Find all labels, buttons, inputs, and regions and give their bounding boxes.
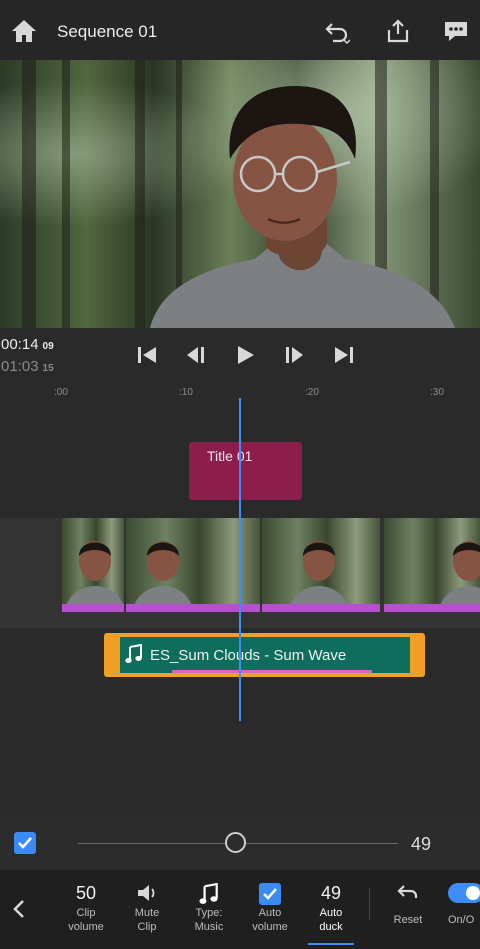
on-off-toggle[interactable]: [448, 883, 480, 903]
next-frame-icon[interactable]: [282, 343, 306, 367]
video-clip-thumbnail[interactable]: [62, 518, 124, 612]
video-preview[interactable]: [0, 60, 480, 328]
checkmark-icon: [263, 888, 277, 900]
volume-row: 49: [0, 816, 480, 870]
volume-value: 49: [411, 834, 432, 854]
skip-to-end-icon[interactable]: [332, 343, 356, 367]
skip-to-start-icon[interactable]: [135, 343, 159, 367]
on-off-label: On/O: [448, 914, 475, 926]
video-clip-thumbnail[interactable]: [384, 518, 480, 612]
auto-volume-checkbox[interactable]: [259, 883, 281, 905]
play-icon[interactable]: [233, 343, 257, 367]
person-image: [150, 86, 455, 328]
video-clip-thumbnail[interactable]: [262, 518, 380, 612]
mute-clip-button[interactable]: Mute Clip: [124, 870, 170, 934]
share-icon[interactable]: [385, 18, 411, 44]
reset-button[interactable]: Reset: [386, 870, 430, 927]
total-duration: 01:03 15: [1, 358, 54, 375]
toolbar-divider: [369, 888, 370, 920]
sequence-title: Sequence 01: [57, 22, 158, 41]
top-bar: Sequence 01: [0, 0, 480, 60]
undo-icon[interactable]: [324, 18, 350, 44]
audio-toolbar: 50 Clip volume Mute Clip Type: Music Aut…: [0, 870, 480, 949]
ruler-tick: :10: [179, 387, 193, 398]
type-music-button[interactable]: Type: Music: [184, 870, 234, 934]
checkmark-icon: [18, 837, 32, 849]
volume-checkbox[interactable]: [14, 832, 36, 854]
audio-clip-label: ES_Sum Clouds - Sum Wave: [150, 647, 347, 664]
reset-icon: [397, 885, 418, 898]
title-clip-label: Title 01: [207, 448, 253, 464]
auto-volume-button[interactable]: Auto volume: [244, 870, 296, 934]
speaker-icon: [138, 885, 155, 901]
previous-frame-icon[interactable]: [184, 343, 208, 367]
playhead[interactable]: [239, 398, 241, 721]
audio-waveform: [172, 670, 372, 673]
ruler-tick: :20: [305, 387, 319, 398]
current-time: 00:14 09: [1, 336, 54, 353]
audio-clip[interactable]: ES_Sum Clouds - Sum Wave: [104, 633, 425, 677]
auto-duck-button[interactable]: 49 Auto duck: [308, 870, 354, 945]
volume-slider-knob[interactable]: [225, 832, 246, 853]
active-tab-indicator: [308, 943, 354, 945]
back-chevron-icon[interactable]: [10, 898, 28, 920]
home-icon[interactable]: [10, 18, 38, 44]
title-clip[interactable]: Title 01: [189, 442, 302, 500]
music-note-icon: [199, 882, 218, 904]
feedback-icon[interactable]: [443, 18, 469, 44]
ruler-tick: :30: [430, 387, 444, 398]
ruler-tick: :00: [54, 387, 68, 398]
music-note-icon: [125, 644, 142, 663]
clip-volume-button[interactable]: 50 Clip volume: [60, 870, 112, 934]
